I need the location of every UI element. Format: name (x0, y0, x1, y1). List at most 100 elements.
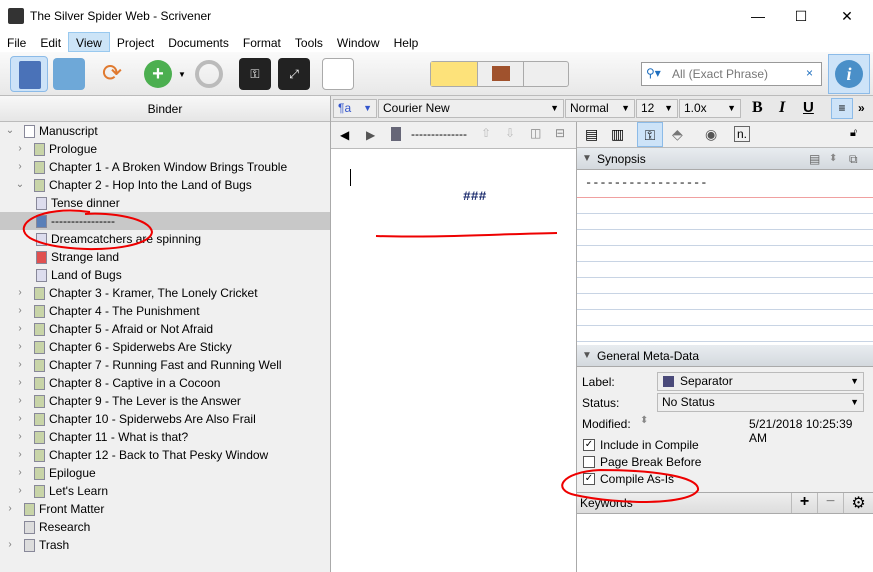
chevron-right-icon[interactable]: › (15, 428, 25, 446)
down-arrow-icon[interactable]: ⇩ (505, 126, 515, 140)
back-button[interactable]: ◀ (340, 128, 349, 142)
chevron-down-icon[interactable]: ⌄ (15, 176, 25, 194)
minimize-button[interactable]: — (735, 0, 781, 32)
menu-file[interactable]: File (0, 33, 33, 53)
gear-icon[interactable]: ⚙ (843, 493, 873, 513)
chevron-right-icon[interactable]: › (5, 536, 15, 554)
corkboard-mode-button[interactable] (477, 62, 523, 86)
split-horizontal-icon[interactable]: ⊟ (555, 126, 565, 140)
binder-item[interactable]: › Chapter 4 - The Punishment (0, 302, 330, 320)
document-title[interactable]: -------------- (411, 127, 467, 141)
chevron-right-icon[interactable]: › (15, 356, 25, 374)
inspector-keywords-button[interactable]: ⚿ (239, 58, 271, 90)
binder-toggle-button[interactable] (10, 56, 48, 92)
document-icon[interactable] (391, 127, 401, 141)
lock-icon[interactable]: 🔓︎ (850, 127, 857, 140)
meta-data-header[interactable]: ▼ General Meta-Data (577, 345, 873, 367)
binder-item[interactable]: ⌄ Manuscript (0, 122, 330, 140)
chevron-right-icon[interactable]: › (5, 500, 15, 518)
compile-button[interactable] (322, 58, 354, 90)
binder-item[interactable]: ---------------- (0, 212, 330, 230)
binder-item[interactable]: › Chapter 11 - What is that? (0, 428, 330, 446)
editor-text-area[interactable]: ### (331, 149, 576, 572)
snapshots-tab-icon[interactable]: ◉ (705, 126, 717, 143)
chevron-right-icon[interactable]: › (15, 284, 25, 302)
font-dropdown[interactable]: Courier New ▼ (378, 99, 564, 118)
sync-button[interactable]: ⟳ (96, 58, 128, 90)
stepper-icon[interactable]: ⬍ (829, 148, 837, 170)
chevron-right-icon[interactable]: › (15, 392, 25, 410)
chevron-right-icon[interactable]: › (15, 140, 25, 158)
maximize-button[interactable]: ☐ (778, 0, 824, 32)
chevron-right-icon[interactable]: › (15, 482, 25, 500)
typeface-dropdown[interactable]: Normal ▼ (565, 99, 635, 118)
binder-item[interactable]: › Chapter 8 - Captive in a Cocoon (0, 374, 330, 392)
search-field[interactable]: ⚲▾ All (Exact Phrase) × (641, 62, 822, 86)
keywords-tab-key-icon[interactable]: ⚿ (637, 122, 663, 147)
chevron-down-icon[interactable]: ⌄ (5, 122, 15, 140)
tags-tab-icon[interactable]: ⬘ (672, 126, 683, 143)
chevron-right-icon[interactable]: › (15, 374, 25, 392)
menu-window[interactable]: Window (330, 33, 387, 53)
binder-item[interactable]: Land of Bugs (0, 266, 330, 284)
synopsis-header[interactable]: ▼ Synopsis ▤ ⬍ ⧉ (577, 148, 873, 170)
menu-edit[interactable]: Edit (33, 33, 68, 53)
date-toggle-icon[interactable]: ⬍ (640, 415, 648, 426)
binder-item[interactable]: › Chapter 7 - Running Fast and Running We… (0, 356, 330, 374)
font-size-dropdown[interactable]: 12 ▼ (636, 99, 678, 118)
scrivenings-mode-button[interactable] (431, 62, 477, 86)
binder-item[interactable]: › Chapter 10 - Spiderwebs Are Also Frail (0, 410, 330, 428)
split-vertical-icon[interactable]: ◫ (530, 126, 541, 140)
binder-item[interactable]: › Chapter 6 - Spiderwebs Are Sticky (0, 338, 330, 356)
chevron-right-icon[interactable]: › (15, 158, 25, 176)
inspector-button[interactable]: i (828, 54, 870, 94)
bold-button[interactable]: B (752, 99, 763, 117)
checkbox[interactable] (583, 456, 595, 468)
close-button[interactable]: ✕ (824, 0, 870, 32)
add-button[interactable]: + (144, 60, 172, 88)
chevron-right-icon[interactable]: › (15, 464, 25, 482)
outliner-mode-button[interactable] (523, 62, 569, 86)
up-arrow-icon[interactable]: ⇧ (481, 126, 491, 140)
remove-keyword-button[interactable]: − (817, 493, 843, 513)
notes-tab-icon[interactable]: ▤ (585, 126, 598, 143)
checkbox[interactable]: ✓ (583, 473, 595, 485)
composition-mode-button[interactable]: ⤢ (278, 58, 310, 90)
binder-item[interactable]: ⌄ Chapter 2 - Hop Into the Land of Bugs (0, 176, 330, 194)
binder-item[interactable]: › Chapter 3 - Kramer, The Lonely Cricket (0, 284, 330, 302)
binder-item[interactable]: Research (0, 518, 330, 536)
line-spacing-dropdown[interactable]: 1.0x ▼ (679, 99, 741, 118)
menu-format[interactable]: Format (236, 33, 288, 53)
binder-item[interactable]: › Chapter 5 - Afraid or Not Afraid (0, 320, 330, 338)
binder-item[interactable]: Tense dinner (0, 194, 330, 212)
menu-view[interactable]: View (68, 32, 110, 52)
chevron-right-icon[interactable]: › (15, 320, 25, 338)
binder-item[interactable]: › Chapter 12 - Back to That Pesky Window (0, 446, 330, 464)
collections-button[interactable] (53, 58, 85, 90)
underline-button[interactable]: U (803, 99, 814, 116)
binder-item[interactable]: › Chapter 9 - The Lever is the Answer (0, 392, 330, 410)
binder-item[interactable]: › Epilogue (0, 464, 330, 482)
align-left-button[interactable]: ≡ (831, 98, 853, 119)
synopsis-text-area[interactable]: ----------------- (577, 170, 873, 345)
status-dropdown[interactable]: No Status ▼ (657, 393, 864, 412)
more-format-button[interactable]: » (858, 101, 865, 115)
forward-button[interactable]: ▶ (366, 128, 375, 142)
add-dropdown-icon[interactable]: ▼ (178, 70, 186, 79)
chevron-right-icon[interactable]: › (15, 446, 25, 464)
image-toggle-icon[interactable]: ⧉ (849, 148, 858, 170)
binder-item[interactable]: › Front Matter (0, 500, 330, 518)
search-input[interactable]: All (Exact Phrase) (672, 67, 768, 81)
references-tab-icon[interactable]: ▥ (611, 126, 624, 143)
keywords-list[interactable] (577, 514, 873, 572)
binder-item[interactable]: › Trash (0, 536, 330, 554)
binder-item[interactable]: › Prologue (0, 140, 330, 158)
delete-button[interactable] (195, 60, 223, 88)
style-dropdown[interactable]: ¶a ▼ (333, 99, 377, 118)
synopsis-mode-icon[interactable]: ▤ (809, 148, 820, 170)
comments-tab-icon[interactable]: n. (734, 126, 751, 142)
search-clear-button[interactable]: × (806, 66, 813, 80)
label-dropdown[interactable]: Separator ▼ (657, 372, 864, 391)
binder-item[interactable]: › Let's Learn (0, 482, 330, 500)
add-keyword-button[interactable]: + (791, 493, 817, 513)
